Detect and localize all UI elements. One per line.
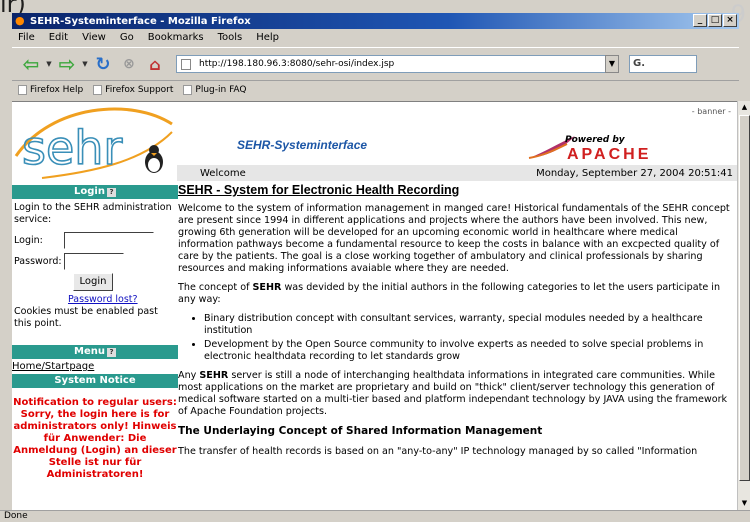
category-list: Binary distribution concept with consult…	[204, 313, 736, 363]
menu-tools[interactable]: Tools	[218, 32, 243, 43]
home-startpage-link[interactable]: Home/Startpage	[12, 361, 178, 372]
window-titlebar: ● SEHR-Systeminterface - Mozilla Firefox…	[12, 13, 739, 29]
login-label: Login:	[14, 235, 43, 246]
bookmark-firefox-support[interactable]: Firefox Support	[93, 85, 173, 95]
vertical-scrollbar[interactable]: ▲ ▼	[737, 101, 750, 510]
page-icon	[181, 58, 191, 70]
bookmark-page-icon	[18, 85, 27, 95]
bookmark-label: Plug-in FAQ	[195, 85, 247, 95]
window-title: SEHR-Systeminterface - Mozilla Firefox	[30, 15, 251, 27]
welcome-bar: Welcome Monday, September 27, 2004 20:51…	[177, 165, 737, 181]
minimize-button[interactable]: _	[693, 14, 707, 27]
login-intro: Login to the SEHR administration service…	[14, 202, 172, 225]
list-item: Development by the Open Source community…	[204, 339, 736, 363]
menu-bookmarks[interactable]: Bookmarks	[148, 32, 204, 43]
page-viewport: sehr SEHR-Systeminterface - banner - Pow…	[12, 101, 737, 510]
site-name: SEHR-Systeminterface	[237, 138, 368, 152]
banner-label: - banner -	[691, 107, 731, 116]
password-lost-link[interactable]: Password lost?	[68, 294, 178, 305]
bookmark-label: Firefox Help	[30, 85, 84, 95]
bookmark-page-icon	[183, 85, 193, 95]
sehr-logo: sehr	[14, 107, 173, 179]
list-item: Binary distribution concept with consult…	[204, 313, 736, 337]
server-paragraph: Any SEHR server is still a node of inter…	[178, 370, 736, 418]
datetime: Monday, September 27, 2004 20:51:41	[536, 167, 733, 179]
forward-dropdown-icon[interactable]: ▼	[80, 60, 90, 68]
menu-help[interactable]: Help	[256, 32, 279, 43]
sehr-bold: SEHR	[252, 282, 282, 293]
url-bar[interactable]: http://198.180.96.3:8080/sehr-osi/index.…	[176, 55, 606, 73]
transfer-paragraph: The transfer of health records is based …	[178, 446, 698, 457]
system-notice-text: Notification to regular users: Sorry, th…	[13, 397, 177, 480]
navigation-toolbar: ⇦ ▼ ⇨ ▼ ↻ ⊗ ⌂ http://198.180.96.3:8080/s…	[12, 47, 739, 81]
svg-text:sehr: sehr	[22, 121, 122, 175]
menu-go[interactable]: Go	[120, 32, 134, 43]
password-row: Password:	[14, 253, 178, 270]
scrollbar-thumb[interactable]	[739, 115, 750, 481]
bookmark-label: Firefox Support	[105, 85, 174, 95]
help-icon[interactable]: ?	[106, 348, 116, 357]
menu-view[interactable]: View	[82, 32, 106, 43]
stop-icon[interactable]: ⊗	[116, 52, 142, 76]
home-icon[interactable]: ⌂	[142, 52, 168, 76]
apache-label: APACHE	[567, 146, 652, 163]
bookmarks-toolbar: Firefox Help Firefox Support Plug-in FAQ	[12, 82, 739, 98]
apache-banner[interactable]: Powered by APACHE	[527, 132, 727, 168]
scroll-up-icon[interactable]: ▲	[738, 101, 750, 114]
back-dropdown-icon[interactable]: ▼	[44, 60, 54, 68]
status-bar: Done	[0, 510, 750, 522]
search-box[interactable]: G.	[629, 55, 697, 73]
close-button[interactable]: ×	[723, 14, 737, 27]
bookmark-page-icon	[93, 85, 103, 95]
concept-paragraph: The concept of SEHR was devided by the i…	[178, 282, 736, 306]
page-heading: SEHR - System for Electronic Health Reco…	[178, 183, 460, 197]
intro-paragraph: Welcome to the system of information man…	[178, 203, 730, 274]
login-row: Login:	[14, 232, 178, 249]
browser-window: ir) 9 ● SEHR-Systeminterface - Mozilla F…	[0, 0, 750, 522]
maximize-button[interactable]: □	[708, 14, 722, 27]
menu-file[interactable]: File	[18, 32, 35, 43]
sidebar: Login? Login to the SEHR administration …	[12, 183, 178, 481]
login-button[interactable]: Login	[73, 273, 113, 291]
menu-edit[interactable]: Edit	[49, 32, 68, 43]
password-label: Password:	[14, 256, 62, 267]
system-notice-header: System Notice	[12, 374, 178, 388]
bookmark-plugin-faq[interactable]: Plug-in FAQ	[183, 85, 247, 95]
url-dropdown-icon[interactable]: ▼	[605, 55, 619, 73]
help-icon[interactable]: ?	[106, 188, 116, 197]
main-content: SEHR - System for Electronic Health Reco…	[178, 184, 736, 465]
forward-arrow-icon[interactable]: ⇨	[54, 52, 80, 76]
powered-by-label: Powered by	[565, 135, 625, 145]
text-span: Any	[178, 370, 200, 381]
bookmark-firefox-help[interactable]: Firefox Help	[18, 85, 83, 95]
login-input[interactable]	[64, 232, 154, 249]
status-text: Done	[4, 511, 28, 521]
text-span: The concept of	[178, 282, 253, 293]
section-heading: The Underlaying Concept of Shared Inform…	[178, 425, 543, 437]
scroll-down-icon[interactable]: ▼	[738, 497, 750, 510]
url-text[interactable]: http://198.180.96.3:8080/sehr-osi/index.…	[199, 59, 394, 69]
text-span: server is still a node of interchanging …	[178, 370, 728, 417]
menu-bar: File Edit View Go Bookmarks Tools Help	[12, 29, 739, 46]
cookies-note: Cookies must be enabled past this point.	[14, 306, 158, 329]
menu-header: Menu?	[12, 345, 178, 359]
reload-icon[interactable]: ↻	[90, 52, 116, 76]
welcome-text: Welcome	[200, 167, 246, 179]
password-input[interactable]	[64, 253, 124, 270]
window-controls: _ □ ×	[693, 14, 737, 27]
login-header-label: Login	[74, 186, 105, 197]
menu-header-label: Menu	[74, 346, 105, 357]
back-arrow-icon[interactable]: ⇦	[18, 52, 44, 76]
firefox-icon: ●	[15, 14, 25, 27]
sehr-bold: SEHR	[199, 370, 229, 381]
login-header: Login?	[12, 185, 178, 199]
